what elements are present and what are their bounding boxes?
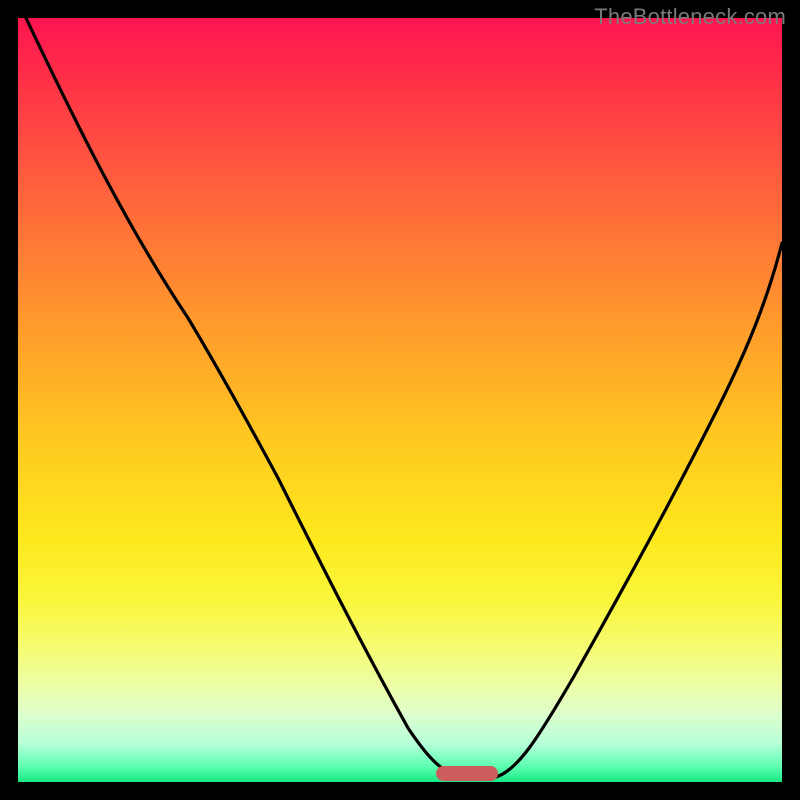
curve-right-branch <box>496 243 782 777</box>
plot-area <box>18 18 782 782</box>
chart-frame: TheBottleneck.com <box>0 0 800 800</box>
watermark-text: TheBottleneck.com <box>594 4 786 30</box>
minimum-marker <box>436 766 498 781</box>
curve-left-branch <box>26 18 463 777</box>
bottleneck-curve <box>18 18 782 782</box>
